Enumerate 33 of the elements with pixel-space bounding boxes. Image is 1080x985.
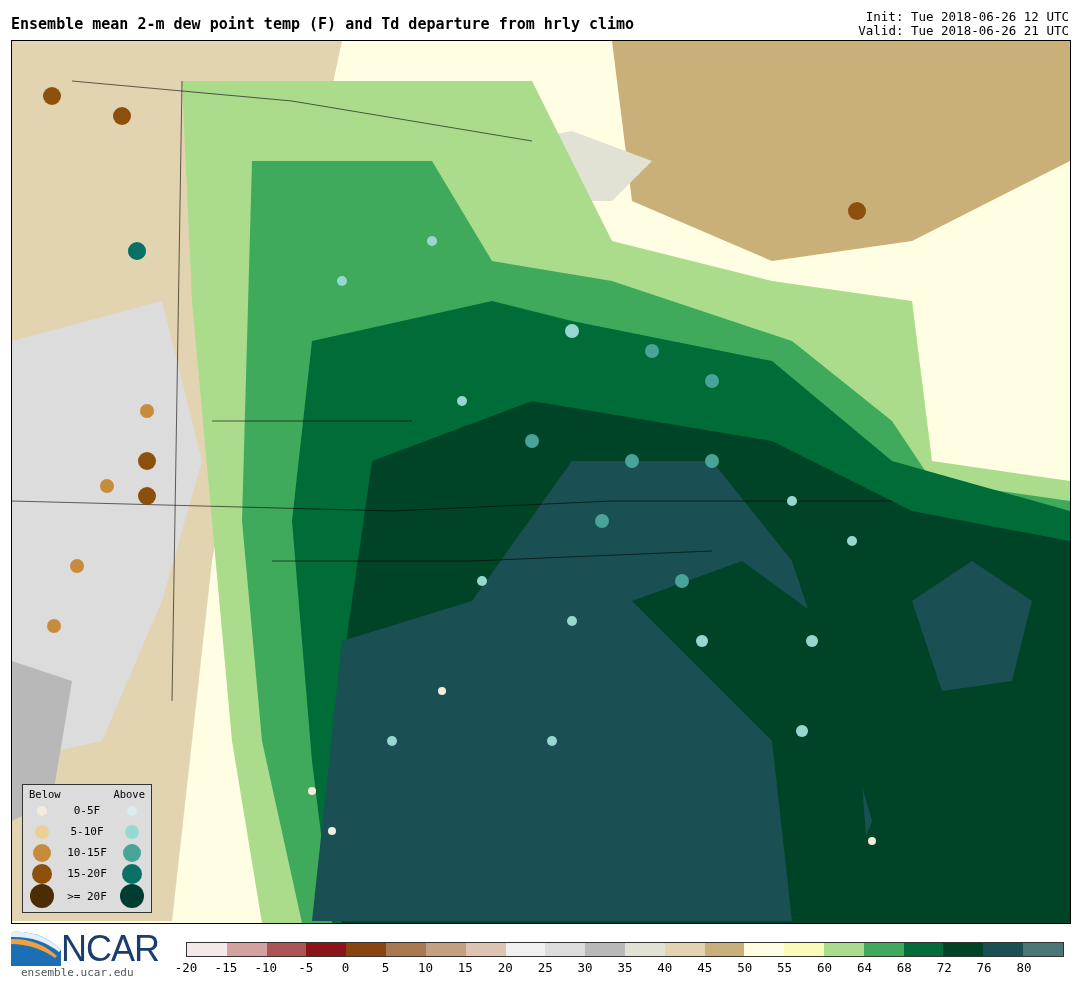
colorbar-tick-label: 25 [537, 960, 553, 975]
legend-label: 0-5F [72, 804, 102, 817]
legend-heading: Below [29, 787, 61, 800]
map-title: Ensemble mean 2-m dew point temp (F) and Td departure from hrly climo [11, 15, 635, 35]
colorbar-tick-label: 30 [577, 960, 593, 975]
colorbar-tick-label: 50 [737, 960, 753, 975]
colorbar-tick-label: 76 [976, 960, 992, 975]
colorbar-tick-label: 60 [816, 960, 833, 975]
colorbar-tick-label: 72 [936, 960, 952, 975]
colorbar-tick-label: 40 [657, 960, 673, 975]
legend-label: 5-10F [69, 825, 105, 838]
colorbar-tick-label: 0 [341, 960, 350, 975]
legend-label: >= 20F [66, 889, 108, 903]
init-time: Init: Tue 2018-06-26 12 UTC [864, 10, 1069, 24]
colorbar-tick-label: 68 [896, 960, 912, 975]
colorbar-tick-label: -10 [254, 960, 278, 975]
colorbar-tick-label: 5 [381, 960, 390, 975]
colorbar-tick-label: 15 [457, 960, 473, 975]
colorbar-tick-label: -20 [174, 960, 198, 975]
colorbar-tick-label: 64 [856, 960, 872, 975]
colorbar-tick-label: 45 [697, 960, 713, 975]
colorbar-tick-label: 80 [1016, 960, 1032, 975]
colorbar-tick-label: 20 [497, 960, 513, 975]
colorbar-tick-label: 55 [777, 960, 793, 975]
logo-wordmark: NCAR [61, 932, 159, 966]
legend-label: 15-20F [66, 867, 108, 880]
colorbar-tick-label: -5 [298, 960, 314, 975]
colorbar-tick-label: 10 [417, 960, 433, 975]
valid-time: Valid: Tue 2018-06-26 21 UTC [858, 24, 1069, 38]
legend-heading: Above [113, 787, 145, 800]
colorbar-tick-label: -15 [214, 960, 238, 975]
colorbar-tick-label: 35 [617, 960, 633, 975]
legend-label: 10-15F [66, 846, 108, 859]
